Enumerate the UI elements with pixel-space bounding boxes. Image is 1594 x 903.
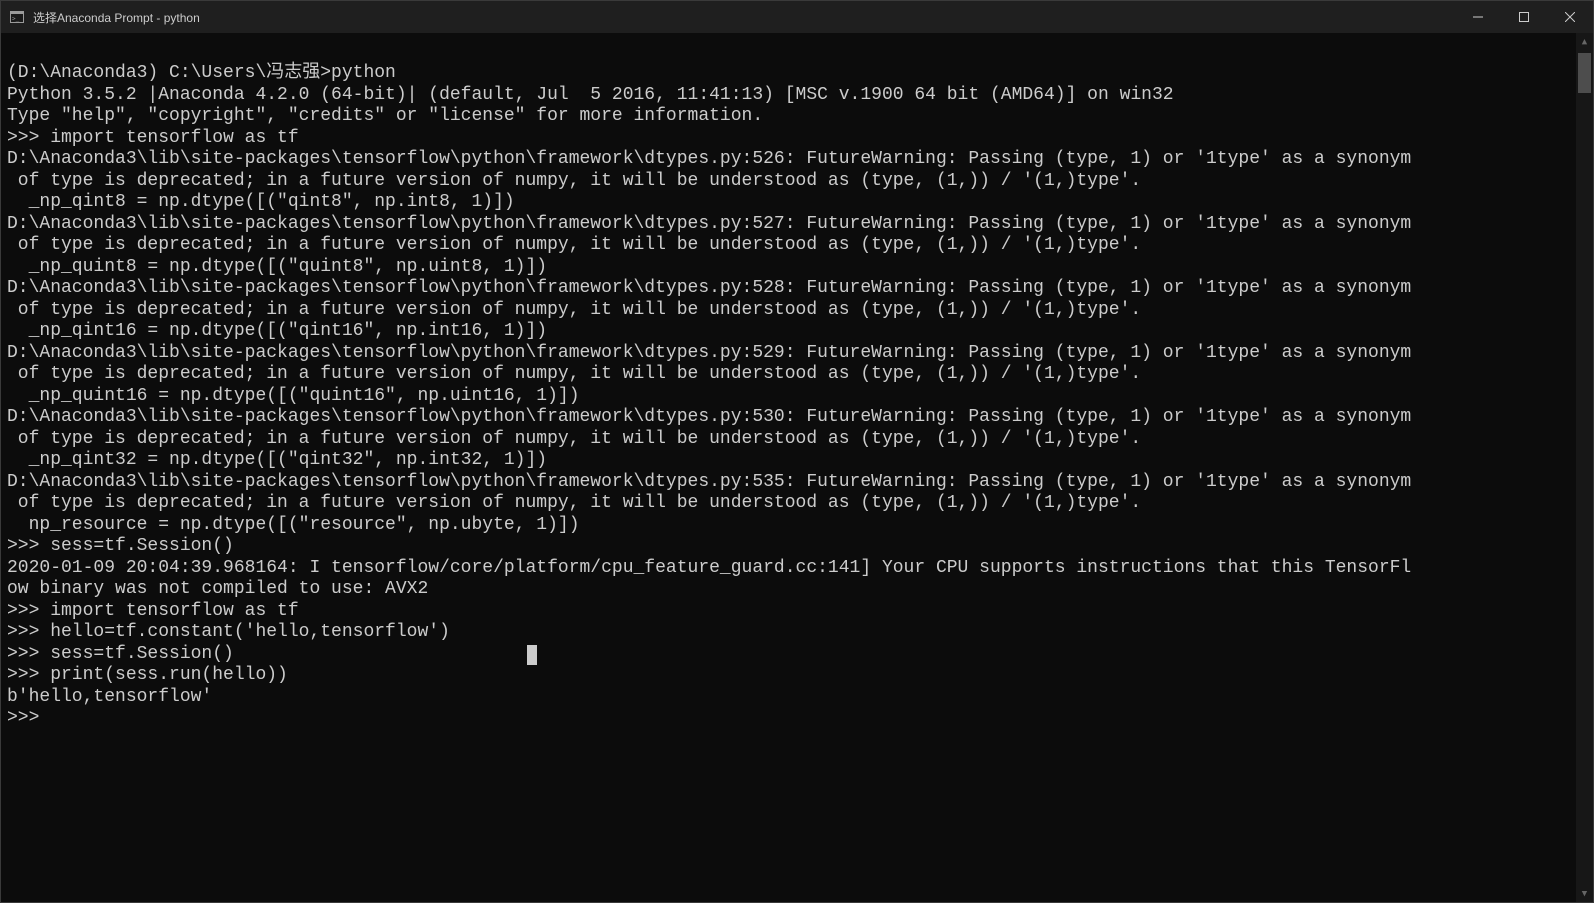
terminal-line: _np_quint16 = np.dtype([("quint16", np.u… xyxy=(7,386,1570,408)
vertical-scrollbar[interactable]: ▲ ▼ xyxy=(1576,33,1593,902)
terminal-line: D:\Anaconda3\lib\site-packages\tensorflo… xyxy=(7,149,1570,171)
close-button[interactable] xyxy=(1547,1,1593,33)
scroll-up-icon[interactable]: ▲ xyxy=(1576,33,1593,50)
terminal-line: _np_qint32 = np.dtype([("qint32", np.int… xyxy=(7,450,1570,472)
terminal-line: >>> sess=tf.Session() xyxy=(7,536,1570,558)
terminal-line: Python 3.5.2 |Anaconda 4.2.0 (64-bit)| (… xyxy=(7,85,1570,107)
terminal-line: b'hello,tensorflow' xyxy=(7,687,1570,709)
text-cursor xyxy=(527,645,537,665)
terminal-line: >>> import tensorflow as tf xyxy=(7,128,1570,150)
terminal-output[interactable]: (D:\Anaconda3) C:\Users\冯志强>pythonPython… xyxy=(1,33,1576,902)
minimize-button[interactable] xyxy=(1455,1,1501,33)
terminal-line: Type "help", "copyright", "credits" or "… xyxy=(7,106,1570,128)
terminal-line: D:\Anaconda3\lib\site-packages\tensorflo… xyxy=(7,472,1570,494)
terminal-line: _np_quint8 = np.dtype([("quint8", np.uin… xyxy=(7,257,1570,279)
svg-text:>_: >_ xyxy=(12,16,20,23)
terminal-line: D:\Anaconda3\lib\site-packages\tensorflo… xyxy=(7,407,1570,429)
terminal-line: of type is deprecated; in a future versi… xyxy=(7,364,1570,386)
terminal-line: _np_qint8 = np.dtype([("qint8", np.int8,… xyxy=(7,192,1570,214)
terminal-line: D:\Anaconda3\lib\site-packages\tensorflo… xyxy=(7,214,1570,236)
terminal-line: >>> xyxy=(7,708,1570,730)
terminal-line: _np_qint16 = np.dtype([("qint16", np.int… xyxy=(7,321,1570,343)
terminal-line: of type is deprecated; in a future versi… xyxy=(7,429,1570,451)
terminal-window: >_ 选择Anaconda Prompt - python (D:\Anacon… xyxy=(0,0,1594,903)
terminal-line: >>> sess=tf.Session() xyxy=(7,644,1570,666)
terminal-line: of type is deprecated; in a future versi… xyxy=(7,171,1570,193)
terminal-line: of type is deprecated; in a future versi… xyxy=(7,300,1570,322)
client-area: (D:\Anaconda3) C:\Users\冯志强>pythonPython… xyxy=(1,33,1593,902)
scroll-down-icon[interactable]: ▼ xyxy=(1576,885,1593,902)
terminal-line: 2020-01-09 20:04:39.968164: I tensorflow… xyxy=(7,558,1570,580)
terminal-line: np_resource = np.dtype([("resource", np.… xyxy=(7,515,1570,537)
terminal-line: >>> print(sess.run(hello)) xyxy=(7,665,1570,687)
scrollbar-thumb[interactable] xyxy=(1578,53,1591,93)
terminal-line: D:\Anaconda3\lib\site-packages\tensorflo… xyxy=(7,343,1570,365)
terminal-line: >>> hello=tf.constant('hello,tensorflow'… xyxy=(7,622,1570,644)
terminal-icon: >_ xyxy=(9,9,25,25)
terminal-line: of type is deprecated; in a future versi… xyxy=(7,235,1570,257)
titlebar[interactable]: >_ 选择Anaconda Prompt - python xyxy=(1,1,1593,33)
window-controls xyxy=(1455,1,1593,33)
terminal-line: >>> import tensorflow as tf xyxy=(7,601,1570,623)
terminal-line: of type is deprecated; in a future versi… xyxy=(7,493,1570,515)
window-title: 选择Anaconda Prompt - python xyxy=(33,9,1455,26)
maximize-button[interactable] xyxy=(1501,1,1547,33)
terminal-line: ow binary was not compiled to use: AVX2 xyxy=(7,579,1570,601)
terminal-line: (D:\Anaconda3) C:\Users\冯志强>python xyxy=(7,63,1570,85)
terminal-line: D:\Anaconda3\lib\site-packages\tensorflo… xyxy=(7,278,1570,300)
